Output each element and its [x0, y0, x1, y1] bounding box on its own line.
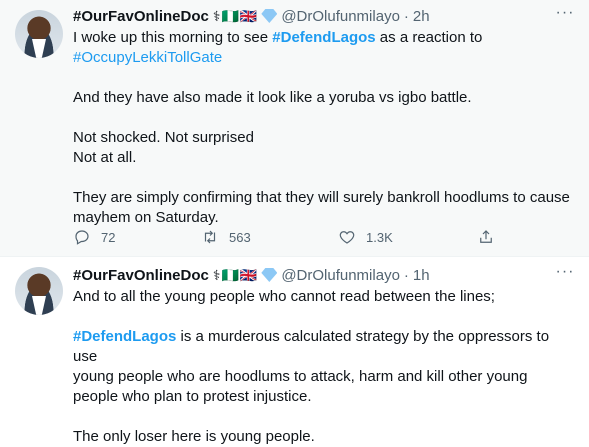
more-icon[interactable]: ··· [555, 5, 575, 26]
text-line: young people who are hoodlums to attack,… [73, 368, 528, 385]
separator-dot: · [403, 7, 409, 25]
text-fragment: as a reaction to [375, 29, 483, 46]
tweet-header: #OurFavOnlineDoc ⚕🇳🇬🇬🇧 @DrOlufunmilayo ·… [73, 6, 430, 26]
tweet-text: And to all the young people who cannot r… [73, 287, 575, 447]
retweet-count: 563 [229, 229, 251, 245]
display-name[interactable]: #OurFavOnlineDoc [73, 8, 209, 25]
retweet-icon [204, 230, 216, 244]
text-line: people who plan to protest injustice. [73, 388, 312, 405]
timestamp[interactable]: 1h [413, 267, 430, 284]
verified-badge-icon [261, 9, 278, 23]
user-handle[interactable]: @DrOlufunmilayo [281, 8, 400, 25]
tweet-actions: 72 563 1.3K [73, 227, 513, 247]
like-button[interactable]: 1.3K [338, 227, 393, 247]
share-icon [480, 230, 492, 243]
avatar[interactable] [15, 10, 63, 58]
verified-badge-icon [261, 268, 278, 282]
display-name[interactable]: #OurFavOnlineDoc [73, 267, 209, 284]
text-fragment: I woke up this morning to see [73, 29, 273, 46]
text-line: And to all the young people who cannot r… [73, 288, 495, 305]
avatar[interactable] [15, 267, 63, 315]
timestamp[interactable]: 2h [413, 8, 430, 25]
hashtag-link[interactable]: #DefendLagos [73, 328, 176, 345]
tweet-header: #OurFavOnlineDoc ⚕🇳🇬🇬🇧 @DrOlufunmilayo ·… [73, 265, 430, 285]
more-icon[interactable]: ··· [555, 264, 575, 285]
text-line: Not at all. [73, 149, 137, 166]
tweet-2[interactable]: #OurFavOnlineDoc ⚕🇳🇬🇬🇧 @DrOlufunmilayo ·… [0, 257, 589, 445]
reply-count: 72 [101, 229, 116, 245]
profile-emoji-badges: ⚕🇳🇬🇬🇧 [212, 7, 259, 24]
tweet-1[interactable]: #OurFavOnlineDoc ⚕🇳🇬🇬🇧 @DrOlufunmilayo ·… [0, 0, 589, 257]
hashtag-link[interactable]: #OccupyLekkiTollGate [73, 49, 222, 66]
like-icon [339, 231, 355, 244]
text-line: mayhem on Saturday. [73, 209, 219, 226]
profile-emoji-badges: ⚕🇳🇬🇬🇧 [212, 266, 259, 283]
text-line: They are simply confirming that they wil… [73, 189, 570, 206]
reply-icon [75, 230, 89, 245]
text-line: And they have also made it look like a y… [73, 89, 472, 106]
text-line: I woke up this morning to see #DefendLag… [73, 28, 575, 48]
like-count: 1.3K [366, 229, 393, 245]
share-button[interactable] [477, 227, 495, 247]
text-line: #OccupyLekkiTollGate [73, 48, 575, 68]
text-line: Not shocked. Not surprised [73, 129, 254, 146]
reply-button[interactable]: 72 [73, 227, 115, 247]
separator-dot: · [403, 266, 409, 284]
text-line: The only loser here is young people. [73, 428, 315, 445]
tweet-text: I woke up this morning to see #DefendLag… [73, 28, 575, 228]
hashtag-link[interactable]: #DefendLagos [272, 29, 375, 46]
retweet-button[interactable]: 563 [201, 227, 251, 247]
user-handle[interactable]: @DrOlufunmilayo [281, 267, 400, 284]
text-line: #DefendLagos is a murderous calculated s… [73, 327, 575, 367]
